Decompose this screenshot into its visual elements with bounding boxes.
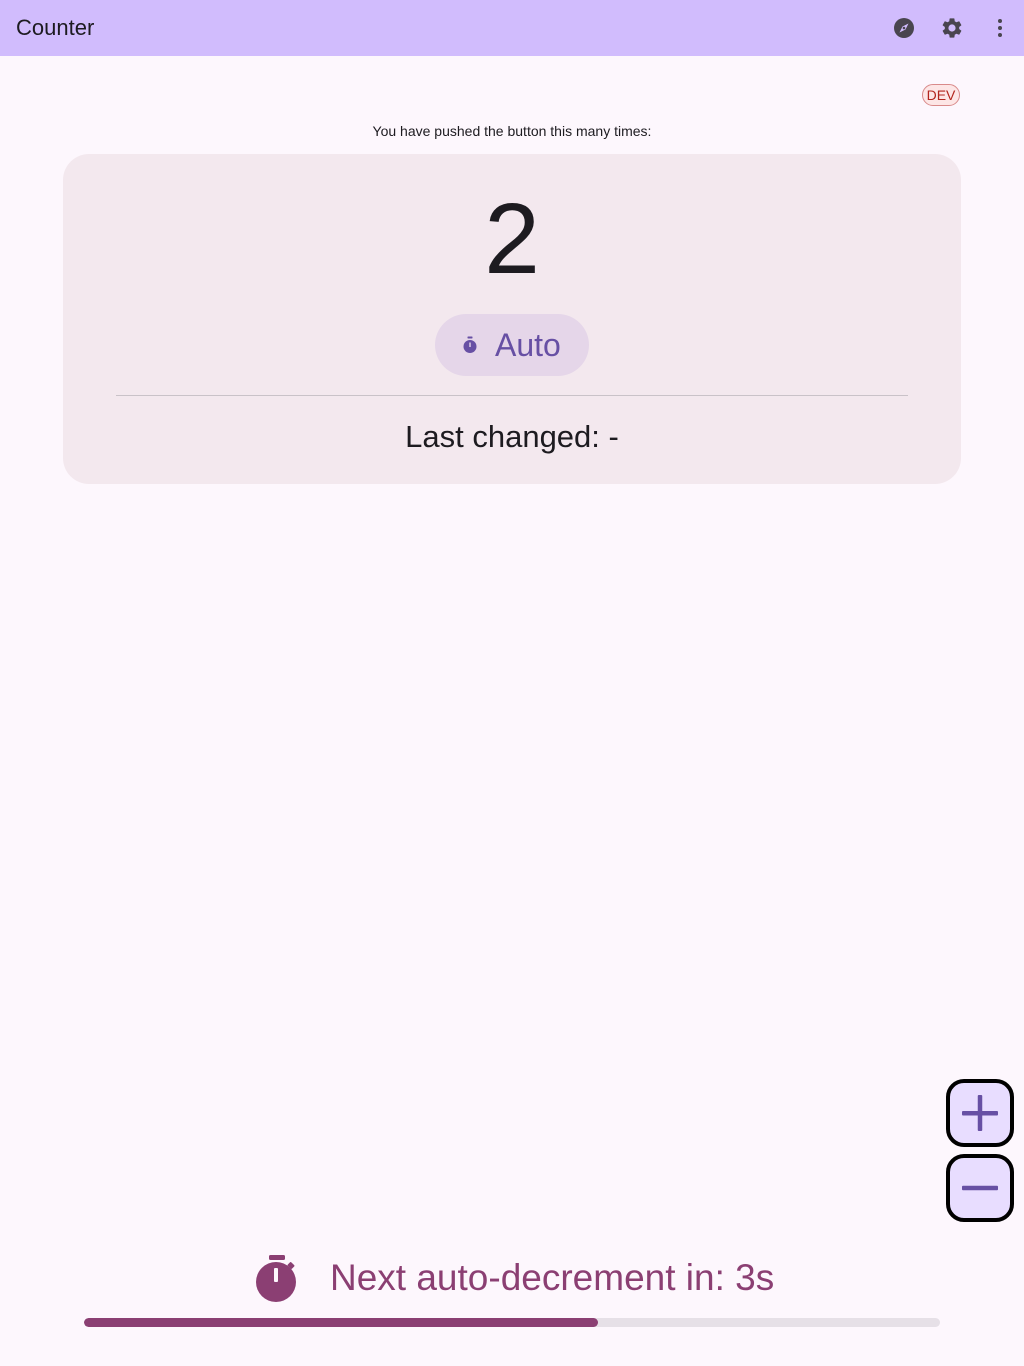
- timer-icon: [254, 1253, 300, 1303]
- counter-value: 2: [484, 183, 540, 295]
- auto-mode-label: Auto: [495, 327, 561, 363]
- increment-button[interactable]: [946, 1079, 1014, 1147]
- counter-card: 2 Auto Last changed: -: [63, 154, 961, 484]
- decrement-button[interactable]: [946, 1154, 1014, 1222]
- remove-icon: [962, 1185, 998, 1191]
- app-title: Counter: [16, 15, 95, 40]
- dev-badge: DEV: [922, 84, 960, 106]
- add-icon: [962, 1095, 998, 1131]
- auto-mode-chip[interactable]: Auto: [435, 314, 589, 376]
- explore-icon[interactable]: [888, 12, 920, 44]
- counter-caption: You have pushed the button this many tim…: [372, 123, 652, 139]
- app-bar: Counter: [0, 0, 1024, 56]
- auto-decrement-progress: [84, 1318, 940, 1327]
- auto-decrement-text: Next auto-decrement in: 3s: [330, 1257, 775, 1298]
- card-divider: [116, 395, 908, 396]
- progress-fill: [84, 1318, 598, 1327]
- settings-icon[interactable]: [936, 12, 968, 44]
- timer-icon: [461, 336, 479, 354]
- last-changed-text: Last changed: -: [405, 419, 619, 454]
- auto-decrement-row: Next auto-decrement in: 3s: [0, 1250, 1024, 1306]
- more-vert-icon[interactable]: [984, 12, 1016, 44]
